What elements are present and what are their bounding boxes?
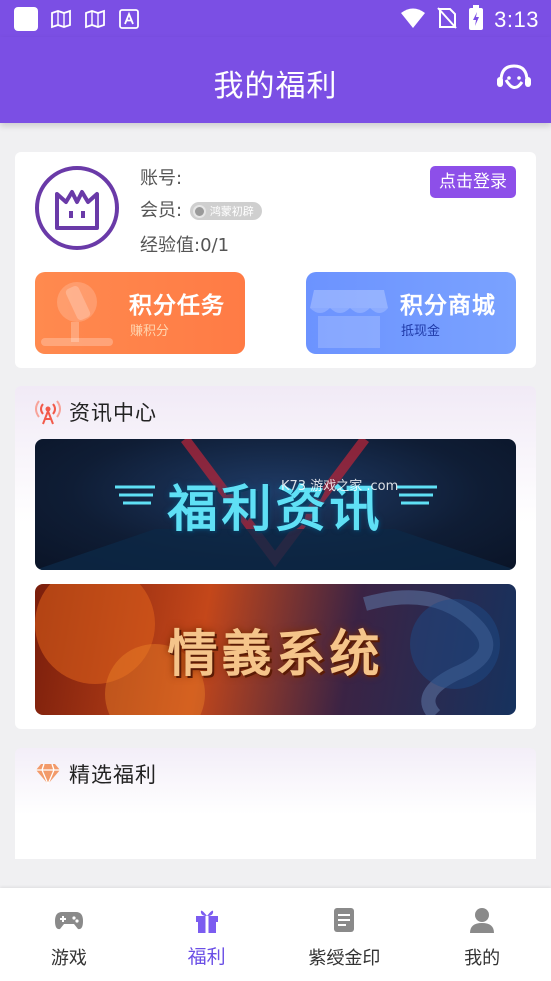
customer-service-button[interactable] xyxy=(495,61,533,97)
status-left-icons xyxy=(14,7,140,31)
status-bar: 3:13 xyxy=(0,0,551,37)
font-app-icon xyxy=(118,8,140,30)
app-notification-icon xyxy=(14,7,38,31)
points-shop-subtitle: 抵现金 xyxy=(401,324,441,339)
account-row: 账号: xyxy=(140,164,182,190)
member-level-text: 鸿蒙初辟 xyxy=(209,205,254,218)
status-time: 3:13 xyxy=(494,7,539,32)
user-card: 账号: 会员: 鸿蒙初辟 经验值:0/1 点击登录 积分任务 赚积分 积分商城 … xyxy=(15,152,536,368)
broadcast-icon xyxy=(35,400,61,425)
no-sim-icon xyxy=(436,6,458,34)
selected-welfare-card: 精选福利 xyxy=(15,748,536,859)
welfare-news-banner[interactable]: 福利资讯 K73 游戏之家 .com xyxy=(35,439,516,570)
level-dot-icon xyxy=(192,204,206,218)
customer-service-icon xyxy=(497,64,531,89)
nav-label-games: 游戏 xyxy=(50,948,87,969)
battery-charging-icon xyxy=(468,5,484,35)
document-icon xyxy=(334,908,355,932)
microscope-icon xyxy=(41,282,113,346)
selected-section-title: 精选福利 xyxy=(69,763,157,787)
exp-label: 经验值: xyxy=(140,235,201,256)
points-task-tile[interactable]: 积分任务 赚积分 xyxy=(35,272,245,354)
user-icon xyxy=(470,908,495,933)
gift-icon xyxy=(195,910,218,933)
points-shop-title: 积分商城 xyxy=(400,293,496,319)
points-task-subtitle: 赚积分 xyxy=(130,324,170,339)
avatar[interactable] xyxy=(35,166,119,250)
news-section-header: 资讯中心 xyxy=(35,397,157,427)
status-right-icons: 3:13 xyxy=(400,5,539,35)
account-label: 账号: xyxy=(140,168,183,189)
nav-item-mine[interactable]: 我的 xyxy=(413,888,551,981)
nav-label-purple-seal: 紫绶金印 xyxy=(308,948,381,969)
member-row: 会员: 鸿蒙初辟 xyxy=(140,196,262,222)
gallery-icon xyxy=(50,8,72,30)
exp-row: 经验值:0/1 xyxy=(140,231,229,257)
loyalty-system-text: 情義系统 xyxy=(167,624,384,683)
nav-label-welfare: 福利 xyxy=(187,946,226,968)
login-button[interactable]: 点击登录 xyxy=(430,166,516,198)
nav-item-purple-seal[interactable]: 紫绶金印 xyxy=(276,888,414,981)
points-task-title: 积分任务 xyxy=(129,293,225,319)
nav-item-welfare[interactable]: 福利 xyxy=(138,888,276,981)
app-header: 我的福利 xyxy=(0,37,551,123)
points-shop-tile[interactable]: 积分商城 抵现金 xyxy=(306,272,516,354)
bottom-navigation: 游戏 福利 紫绶金印 我的 xyxy=(0,888,551,981)
gamepad-icon xyxy=(54,912,83,930)
news-section-title: 资讯中心 xyxy=(69,401,157,425)
nav-label-mine: 我的 xyxy=(464,948,501,969)
loyalty-system-banner[interactable]: 情義系统 xyxy=(35,584,516,715)
site-watermark: K73 游戏之家 .com xyxy=(281,479,399,494)
diamond-icon xyxy=(36,763,60,785)
store-icon xyxy=(310,290,388,348)
member-level-badge: 鸿蒙初辟 xyxy=(189,202,262,220)
crown-avatar-icon xyxy=(55,190,99,230)
selected-section-header: 精选福利 xyxy=(35,759,157,789)
wifi-icon xyxy=(400,7,426,33)
exp-value: 0/1 xyxy=(200,235,230,256)
member-label: 会员: xyxy=(140,200,183,221)
gallery-icon xyxy=(84,8,106,30)
page-title: 我的福利 xyxy=(213,69,338,104)
nav-item-games[interactable]: 游戏 xyxy=(0,888,138,981)
news-center-card: 资讯中心 福利资讯 K73 游戏之家 .com 情義系统 xyxy=(15,386,536,729)
